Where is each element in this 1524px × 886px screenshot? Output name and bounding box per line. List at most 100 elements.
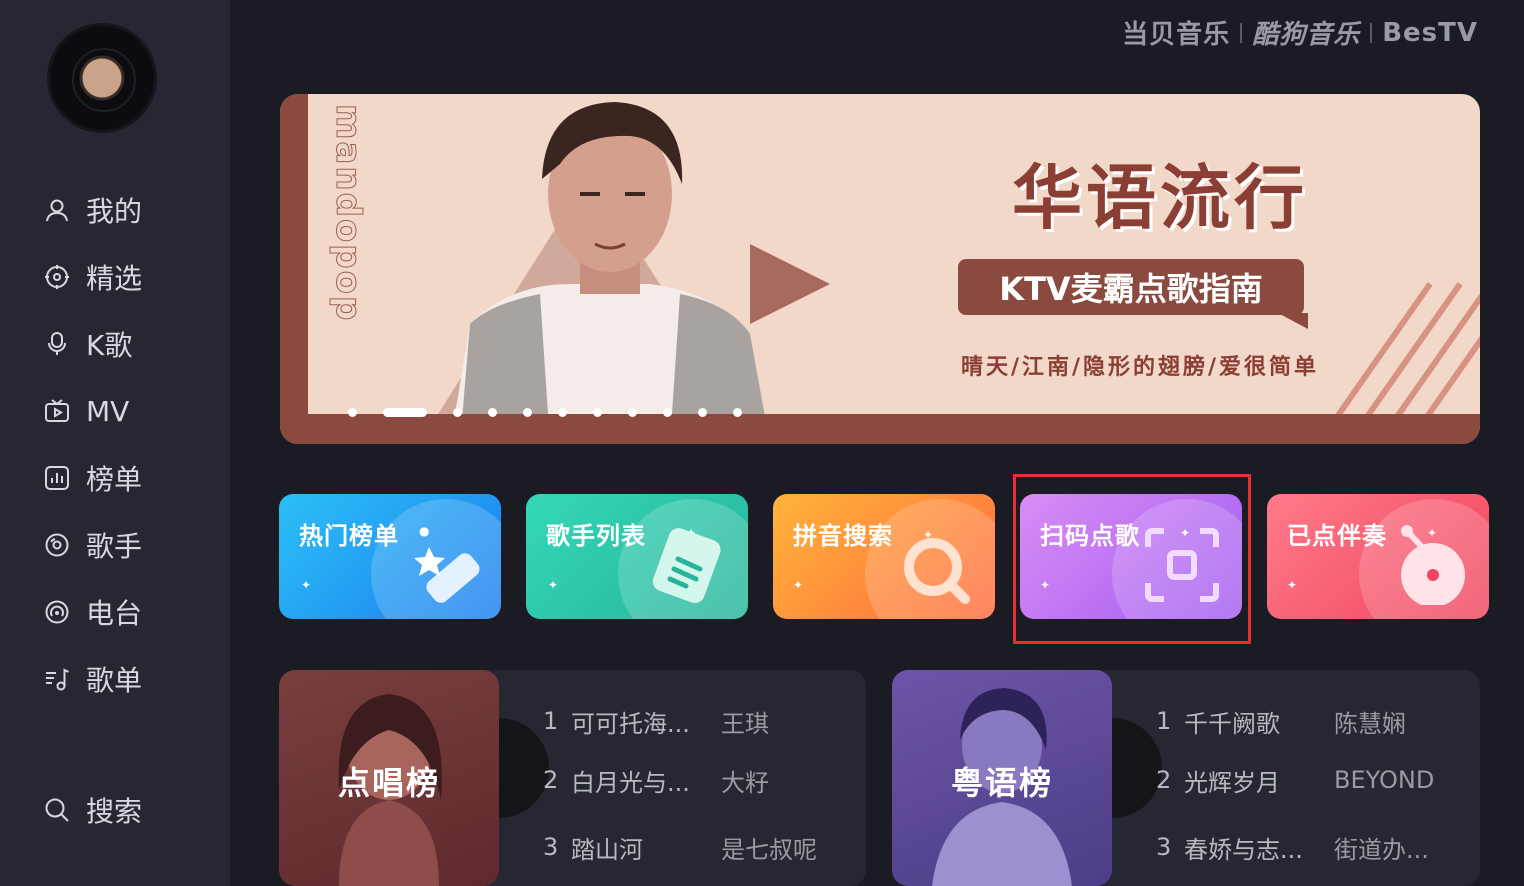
song-title: 春娇与志...: [1184, 835, 1303, 864]
sparkle-icon: ✦: [301, 578, 312, 592]
rank-number: 1: [543, 707, 559, 735]
sparkle-icon: ✦: [793, 578, 804, 592]
sidebar-item-playlists[interactable]: 歌单: [44, 659, 142, 699]
song-title: 白月光与...: [571, 768, 690, 797]
queued-accompaniment-tile[interactable]: 已点伴奏 ✦ ✦: [1267, 494, 1489, 619]
carousel-dot[interactable]: [488, 408, 497, 417]
artist-name: 街道办...: [1334, 835, 1429, 864]
sidebar-item-karaoke[interactable]: K歌: [44, 324, 132, 364]
disc-icon: [44, 532, 70, 558]
sidebar-item-singers[interactable]: 歌手: [44, 525, 142, 565]
song-title: 可可托海...: [571, 709, 690, 738]
search-icon: [904, 538, 970, 604]
carousel-dot[interactable]: [558, 408, 567, 417]
star-icon: [414, 547, 480, 603]
carousel-indicator[interactable]: [348, 408, 742, 417]
banner-subtitle: KTV麦霸点歌指南: [958, 259, 1308, 329]
radio-icon: [44, 599, 70, 625]
sidebar: 我的 精选 K歌 MV 榜单 歌手 电台 歌单 搜索: [0, 0, 230, 886]
carousel-dot[interactable]: [663, 408, 672, 417]
list-item[interactable]: 3 踏山河 是七叔呢: [543, 827, 861, 867]
banner-bottom-strip: [280, 414, 1480, 444]
carousel-dot[interactable]: [593, 408, 602, 417]
brand-divider: [1240, 22, 1243, 43]
carousel-dot[interactable]: [453, 408, 462, 417]
chart-cover[interactable]: 点唱榜: [279, 670, 499, 886]
sidebar-item-label: K歌: [86, 329, 133, 362]
brand-bar: 当贝音乐 酷狗音乐 BesTV: [1122, 14, 1478, 51]
banner-vertical-text: mandopop: [328, 104, 369, 323]
carousel-dot[interactable]: [348, 408, 357, 417]
sparkle-icon: ✦: [548, 578, 559, 592]
song-title: 千千阙歌: [1184, 709, 1280, 738]
singer-list-tile[interactable]: 歌手列表 ✦ ✦: [526, 494, 748, 619]
tile-label: 热门榜单: [299, 522, 399, 550]
sidebar-item-label: 歌手: [86, 530, 143, 563]
hot-charts-tile[interactable]: 热门榜单 ● ✦: [279, 494, 501, 619]
song-title: 光辉岁月: [1184, 768, 1280, 797]
user-icon: [44, 197, 70, 223]
sidebar-item-label: 榜单: [86, 463, 143, 496]
sidebar-item-label: 精选: [86, 262, 143, 295]
sparkle-icon: ✦: [1287, 578, 1298, 592]
carousel-dot[interactable]: [628, 408, 637, 417]
sidebar-item-search[interactable]: 搜索: [44, 790, 142, 830]
tv-icon: [44, 398, 70, 424]
chart-card-karaoke[interactable]: 点唱榜 1 可可托海... 王琪 2 白月光与... 大籽 3 踏山河 是七叔呢: [279, 670, 866, 886]
rank-number: 1: [1156, 707, 1172, 735]
list-item[interactable]: 1 可可托海... 王琪: [543, 701, 861, 741]
banner-singer-image: [450, 102, 770, 444]
playlist-icon: [44, 666, 70, 692]
sidebar-item-charts[interactable]: 榜单: [44, 458, 142, 498]
chart-title: 粤语榜: [950, 764, 1053, 802]
brand-kugou: 酷狗音乐: [1252, 20, 1361, 50]
chart-icon: [44, 465, 70, 491]
sidebar-item-featured[interactable]: 精选: [44, 257, 142, 297]
sidebar-item-radio[interactable]: 电台: [44, 592, 142, 632]
carousel-dot[interactable]: [383, 408, 427, 417]
compass-icon: [44, 264, 70, 290]
list-item[interactable]: 2 白月光与... 大籽: [543, 760, 861, 800]
song-title: 踏山河: [571, 835, 643, 864]
hero-banner[interactable]: mandopop 华语流行 KTV麦霸点歌指南 晴天/江南/隐形的翅膀/爱很简单: [280, 94, 1480, 444]
brand-divider: [1370, 22, 1373, 43]
carousel-dot[interactable]: [698, 408, 707, 417]
sidebar-item-label: MV: [86, 394, 130, 428]
artist-name: 陈慧娴: [1334, 709, 1406, 738]
tile-label: 拼音搜索: [793, 522, 893, 550]
sidebar-item-mine[interactable]: 我的: [44, 190, 142, 230]
brand-dangbei: 当贝音乐: [1122, 20, 1231, 50]
artist-name: 大籽: [721, 768, 769, 797]
rank-number: 2: [1156, 766, 1172, 794]
user-avatar[interactable]: [50, 26, 154, 130]
sidebar-item-mv[interactable]: MV: [44, 391, 129, 431]
sidebar-item-label: 我的: [86, 195, 143, 228]
pinyin-search-tile[interactable]: 拼音搜索 ✦ ✦: [773, 494, 995, 619]
tile-label: 已点伴奏: [1287, 522, 1387, 550]
artist-name: BEYOND: [1334, 766, 1435, 794]
artist-name: 王琪: [721, 709, 769, 738]
list-item[interactable]: 1 千千阙歌 陈慧娴: [1156, 701, 1474, 741]
carousel-dot[interactable]: [523, 408, 532, 417]
chart-card-cantonese[interactable]: 粤语榜 1 千千阙歌 陈慧娴 2 光辉岁月 BEYOND 3 春娇与志... 街道办...: [892, 670, 1480, 886]
list-icon: [652, 528, 721, 604]
rank-number: 2: [543, 766, 559, 794]
chart-cover[interactable]: 粤语榜: [892, 670, 1112, 886]
sidebar-item-label: 搜索: [86, 795, 143, 828]
list-item[interactable]: 3 春娇与志... 街道办...: [1156, 827, 1474, 867]
list-item[interactable]: 2 光辉岁月 BEYOND: [1156, 760, 1474, 800]
sidebar-item-label: 电台: [86, 597, 143, 630]
artist-name: 是七叔呢: [721, 835, 817, 864]
banner-title: 华语流行: [1012, 157, 1308, 239]
microphone-icon: [44, 331, 70, 357]
record-icon: [1401, 525, 1465, 605]
brand-bestv: BesTV: [1382, 17, 1478, 48]
banner-song-list: 晴天/江南/隐形的翅膀/爱很简单: [960, 355, 1320, 380]
sidebar-item-label: 歌单: [86, 664, 143, 697]
carousel-dot[interactable]: [733, 408, 742, 417]
rank-number: 3: [543, 833, 559, 861]
focus-highlight: [1013, 474, 1251, 644]
search-icon: [44, 797, 70, 823]
rank-number: 3: [1156, 833, 1172, 861]
chart-title: 点唱榜: [337, 764, 440, 802]
